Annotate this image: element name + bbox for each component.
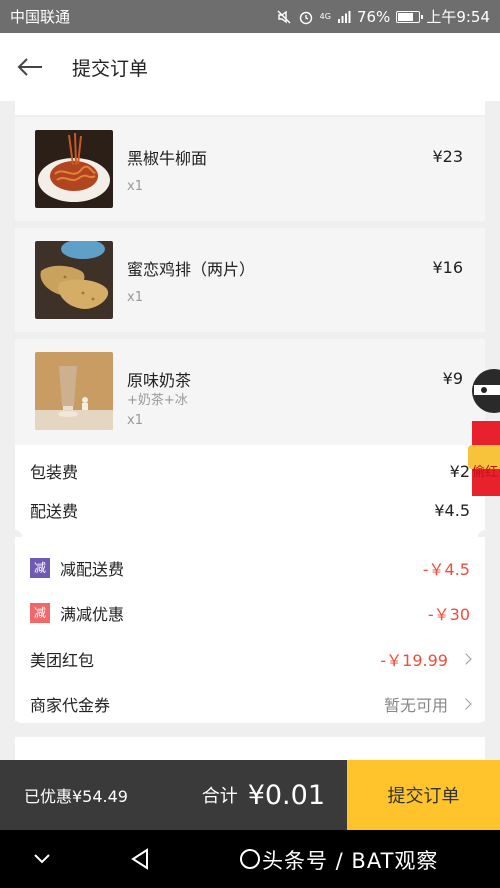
page-header: 提交订单 — [0, 33, 500, 101]
voucher-row[interactable]: 商家代金券 暂无可用 — [15, 684, 485, 724]
red-packet-label: 美团红包 — [30, 651, 95, 670]
red-packet-row[interactable]: 美团红包 -￥19.99 — [15, 639, 485, 679]
card-notch — [8, 721, 22, 735]
milk-tea-image — [35, 352, 113, 430]
order-content: 黑椒牛柳面 ¥23 x1 蜜恋鸡排（两片） ¥16 x1 原味奶茶 ¥9 +奶茶… — [0, 101, 500, 760]
red-packet-value: -￥19.99 — [380, 651, 448, 670]
voucher-label: 商家代金券 — [30, 696, 111, 715]
packaging-fee-row: 包装费 ¥2 — [15, 451, 485, 491]
full-reduction-value: -￥30 — [427, 605, 470, 624]
chevron-right-icon — [460, 698, 472, 710]
checkout-summary: 已优惠¥54.49 合计 ¥0.01 — [0, 760, 347, 830]
home-circle-icon[interactable] — [239, 848, 261, 870]
items-card — [15, 101, 485, 115]
card-notch — [478, 721, 492, 735]
next-card — [15, 737, 485, 760]
submit-order-button[interactable]: 提交订单 — [347, 760, 500, 830]
noodle-image — [35, 130, 113, 208]
item-name: 黑椒牛柳面 — [127, 149, 208, 168]
item-qty: x1 — [127, 413, 143, 428]
delivery-discount-value: -￥4.5 — [422, 560, 470, 579]
chicken-cutlet-image — [35, 241, 113, 319]
total-label: 合计 — [201, 786, 238, 807]
red-packet-float-label: 偷红 — [472, 465, 499, 480]
back-arrow-icon — [17, 58, 42, 76]
discount-tag-icon: 减 — [30, 603, 50, 623]
red-packet-float[interactable]: 偷红 — [464, 365, 500, 500]
triangle-back-icon — [131, 848, 148, 870]
battery-percent: 76% — [356, 7, 391, 26]
discount-tag-icon: 减 — [30, 558, 50, 578]
mute-icon — [277, 10, 291, 23]
battery-icon — [396, 10, 424, 23]
back-nav-button[interactable] — [110, 830, 170, 888]
item-price: ¥9 — [442, 369, 463, 388]
carrier-name: 中国联通 — [10, 8, 71, 26]
item-name: 蜜恋鸡排（两片） — [127, 260, 256, 279]
delivery-discount-label: 减配送费 — [60, 560, 125, 579]
item-qty: x1 — [127, 290, 143, 305]
item-price: ¥16 — [432, 258, 463, 277]
clock: 上午9:54 — [426, 8, 490, 26]
full-reduction-label: 满减优惠 — [60, 605, 125, 624]
status-bar: 中国联通 4G 76% 上午9:54 — [0, 0, 500, 33]
chevron-right-icon — [460, 653, 472, 665]
delivery-fee-label: 配送费 — [30, 502, 79, 521]
item-price: ¥23 — [432, 147, 463, 166]
delivery-discount-row: 减减配送费 -￥4.5 — [15, 548, 485, 588]
item-options: +奶茶+冰 — [127, 393, 188, 408]
delivery-fee-value: ¥4.5 — [434, 500, 470, 520]
item-name: 原味奶茶 — [127, 371, 192, 390]
voucher-value: 暂无可用 — [383, 696, 448, 715]
signal-icon — [337, 10, 351, 23]
total-amount: ¥0.01 — [247, 779, 325, 811]
checkout-bar: 已优惠¥54.49 合计 ¥0.01 提交订单 — [0, 760, 500, 830]
system-nav-bar: 头条号 / BAT观察 — [0, 830, 500, 888]
saved-amount: 已优惠¥54.49 — [24, 787, 128, 806]
packaging-fee-label: 包装费 — [30, 463, 79, 482]
delivery-fee-row: 配送费 ¥4.5 — [15, 490, 485, 530]
order-item[interactable]: 蜜恋鸡排（两片） ¥16 x1 — [15, 228, 485, 332]
watermark: 头条号 / BAT观察 — [262, 849, 439, 873]
order-item[interactable]: 黑椒牛柳面 ¥23 x1 — [15, 117, 485, 221]
hide-nav-button[interactable] — [12, 830, 72, 888]
page-title: 提交订单 — [72, 57, 149, 80]
alarm-icon — [299, 11, 312, 24]
full-reduction-row: 减满减优惠 -￥30 — [15, 593, 485, 633]
chevron-down-icon — [34, 854, 50, 864]
item-qty: x1 — [127, 179, 143, 194]
order-item[interactable]: 原味奶茶 ¥9 +奶茶+冰 x1 — [15, 339, 485, 445]
network-type: 4G — [319, 12, 331, 21]
back-button[interactable] — [0, 33, 60, 101]
